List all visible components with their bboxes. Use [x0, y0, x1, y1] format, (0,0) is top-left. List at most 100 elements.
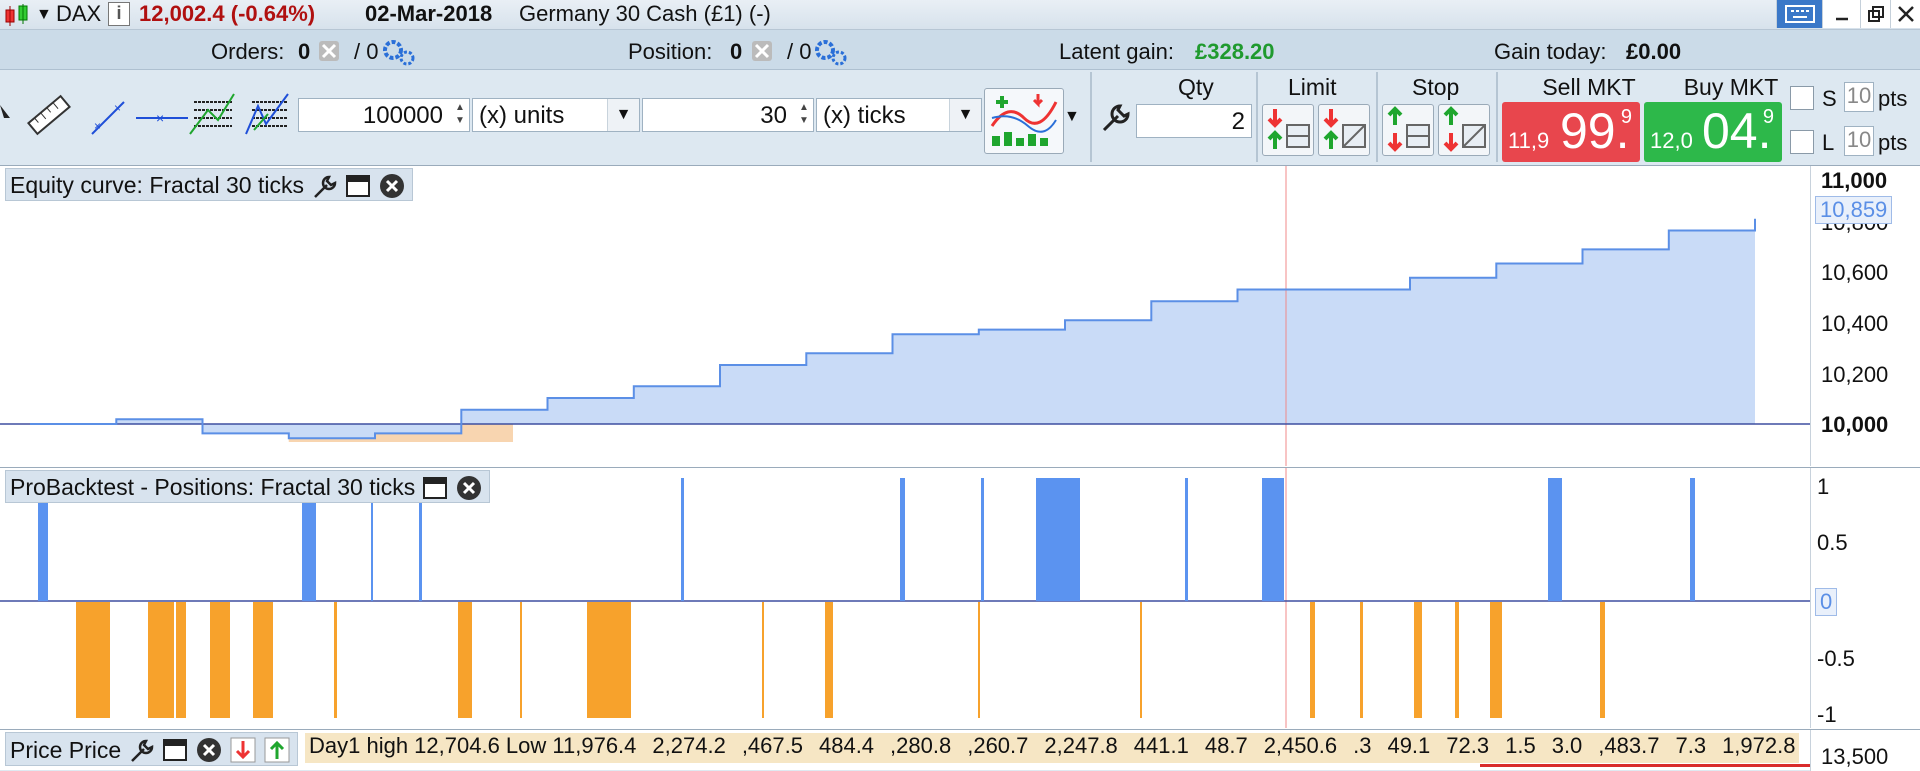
- orders-total: / 0: [354, 39, 379, 64]
- limit-pts-label: pts: [1878, 130, 1908, 155]
- chevron-down-icon[interactable]: ▼: [949, 99, 981, 131]
- ruler-icon[interactable]: [24, 92, 74, 138]
- limit-pts-input[interactable]: 10: [1844, 126, 1874, 156]
- candlestick-icon[interactable]: [3, 4, 33, 26]
- restore-icon[interactable]: [1860, 0, 1890, 28]
- ticks-spinner[interactable]: ▲ ▼: [797, 101, 811, 129]
- stop-pts-label: pts: [1878, 86, 1908, 111]
- long-position-bar: [981, 478, 984, 601]
- close-panel-icon[interactable]: [455, 474, 483, 502]
- title-bar: ▼ DAX i 12,002.4 (-0.64%) 02-Mar-2018 Ge…: [0, 0, 1920, 30]
- short-position-bar: [1414, 602, 1422, 718]
- long-position-bar: [681, 478, 684, 601]
- buy-arrow-icon[interactable]: [263, 736, 291, 764]
- keyboard-icon[interactable]: [1776, 0, 1822, 28]
- long-position-bar: [900, 478, 905, 601]
- short-position-bar: [520, 602, 522, 718]
- price-readout: 2,274.2: [652, 733, 726, 758]
- ticks-value: 30: [760, 102, 787, 129]
- price-readout: ,483.7: [1598, 733, 1660, 758]
- window-icon[interactable]: [344, 172, 372, 200]
- wrench-icon[interactable]: [1098, 100, 1134, 136]
- equity-chart[interactable]: [0, 166, 1810, 466]
- short-position-bar: [1140, 602, 1142, 718]
- fibonacci-icon[interactable]: [188, 90, 236, 138]
- instrument-name: Germany 30 Cash (£1) (-): [519, 1, 771, 26]
- short-position-bar: [253, 602, 273, 718]
- long-position-bar: [1548, 478, 1562, 601]
- price-line: [1480, 764, 1810, 767]
- close-icon[interactable]: [1890, 0, 1920, 28]
- units-select[interactable]: (x) units ▼: [472, 98, 640, 132]
- stop-checkbox[interactable]: [1790, 86, 1814, 110]
- sell-price-prefix: 11,9: [1508, 128, 1550, 153]
- price-panel-title: Price Price: [5, 732, 299, 766]
- fibonacci-fan-icon[interactable]: [244, 90, 292, 138]
- ticks-input[interactable]: 30 ▲ ▼: [642, 98, 814, 132]
- wrench-icon[interactable]: [310, 172, 338, 200]
- position-gear-icon[interactable]: [813, 38, 849, 66]
- stop-pts-input[interactable]: 10: [1844, 82, 1874, 112]
- wrench-icon[interactable]: [127, 736, 155, 764]
- info-icon[interactable]: i: [108, 2, 130, 26]
- current-equity-value: 10,859: [1815, 196, 1893, 224]
- price-readout: 3.0: [1551, 733, 1583, 758]
- svg-text:×: ×: [94, 119, 101, 133]
- limit-label: Limit: [1288, 74, 1337, 100]
- short-position-bar: [762, 602, 764, 718]
- price-readout: 48.7: [1204, 733, 1248, 758]
- price-readout: 7.3: [1675, 733, 1707, 758]
- divider: [1256, 72, 1258, 162]
- qty-value: 2: [1231, 108, 1245, 135]
- probacktest-button[interactable]: [984, 88, 1064, 154]
- stop-sell-icon: [1443, 106, 1486, 152]
- pointer-tool-icon[interactable]: [0, 100, 14, 130]
- close-position-icon[interactable]: [751, 40, 773, 62]
- axis-tick: 0.5: [1817, 530, 1848, 555]
- stop-sell-button[interactable]: [1438, 104, 1490, 156]
- limit-checkbox-label: L: [1822, 130, 1835, 155]
- trendline-icon[interactable]: ××: [88, 98, 128, 138]
- position-value: 0: [730, 39, 743, 64]
- horizontal-line-icon[interactable]: ×: [134, 98, 190, 138]
- cancel-orders-icon[interactable]: [318, 40, 340, 62]
- price-readout: Day1 high 12,704.6 Low 11,976.4: [309, 733, 637, 758]
- short-position-bar: [825, 602, 833, 718]
- minimize-icon[interactable]: [1822, 0, 1860, 28]
- svg-text:×: ×: [156, 110, 164, 126]
- window-icon[interactable]: [421, 474, 449, 502]
- symbol-label[interactable]: DAX: [56, 1, 101, 27]
- price-readout-strip: Day1 high 12,704.6 Low 11,976.4 2,274.2 ,4…: [305, 733, 1800, 763]
- sell-mkt-label: Sell MKT: [1542, 74, 1636, 100]
- short-position-bar: [458, 602, 472, 718]
- close-panel-icon[interactable]: [195, 736, 223, 764]
- qty-label: Qty: [1178, 74, 1214, 100]
- price-title-text: Price Price: [10, 736, 122, 763]
- ticks-select[interactable]: (x) ticks ▼: [816, 98, 982, 132]
- limit-checkbox[interactable]: [1790, 130, 1814, 154]
- qty-input[interactable]: 2: [1136, 104, 1252, 138]
- buy-price-prefix: 12,0: [1650, 128, 1693, 153]
- gear-icon[interactable]: [381, 38, 417, 66]
- latent-gain-label: Latent gain:: [1059, 39, 1174, 64]
- sell-arrow-icon[interactable]: [229, 736, 257, 764]
- stop-buy-button[interactable]: [1382, 104, 1434, 156]
- close-panel-icon[interactable]: [378, 172, 406, 200]
- buy-market-button[interactable]: 12,0 04. 9: [1644, 102, 1782, 162]
- positions-chart[interactable]: [0, 468, 1810, 728]
- equity-title-text: Equity curve: Fractal 30 ticks: [10, 172, 304, 198]
- short-position-bar: [334, 602, 337, 718]
- limit-buy-button[interactable]: [1318, 104, 1370, 156]
- sell-market-button[interactable]: 11,9 99. 9: [1502, 102, 1640, 162]
- probacktest-dropdown-icon[interactable]: ▼: [1064, 108, 1080, 126]
- window-icon[interactable]: [161, 736, 189, 764]
- axis-tick: 0: [1815, 588, 1838, 616]
- short-position-bar: [1360, 602, 1363, 718]
- units-spinner[interactable]: ▲ ▼: [453, 101, 467, 129]
- chevron-down-icon[interactable]: ▼: [607, 99, 639, 131]
- sell-price-main: 99.: [1560, 103, 1630, 159]
- latent-gain-value: £328.20: [1195, 39, 1275, 64]
- limit-sell-button[interactable]: [1262, 104, 1314, 156]
- dropdown-arrow-icon[interactable]: ▼: [36, 6, 52, 24]
- units-input[interactable]: 100000 ▲ ▼: [298, 98, 470, 132]
